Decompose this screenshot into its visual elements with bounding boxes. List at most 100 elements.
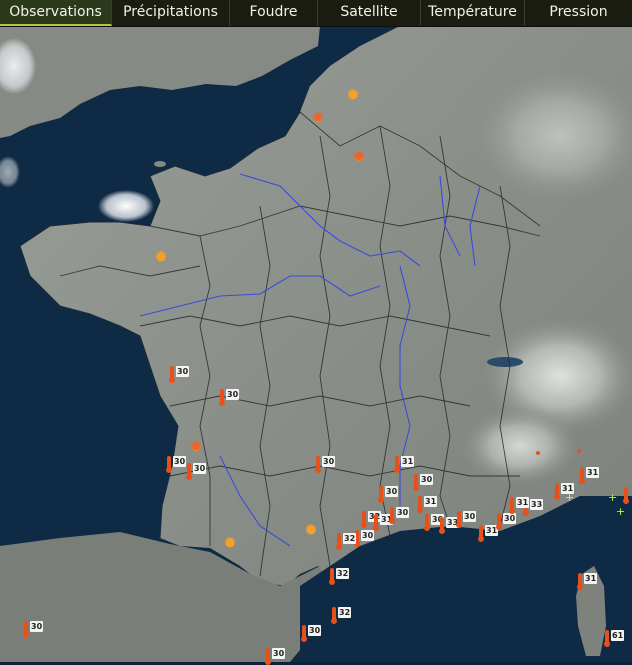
tab-precipitations[interactable]: Précipitations: [112, 0, 230, 26]
temperature-value: 61: [611, 630, 625, 641]
thermometer-icon: [186, 463, 192, 480]
sun-icon: [153, 246, 169, 268]
temperature-value: 31: [401, 456, 415, 467]
temperature-value: 33: [530, 499, 544, 510]
temperature-value: 30: [361, 530, 375, 541]
temperature-marker[interactable]: 30: [265, 648, 286, 665]
thermometer-icon: [361, 511, 367, 528]
sun-icon: [222, 532, 238, 554]
temperature-value: 32: [336, 568, 350, 579]
temperature-value: 31: [516, 497, 530, 508]
thermometer-icon: [373, 514, 379, 531]
cloud-brittany: [98, 190, 154, 222]
temperature-marker[interactable]: 31: [417, 496, 438, 513]
tab-temperature[interactable]: Température: [421, 0, 525, 26]
temperature-value: 30: [30, 621, 44, 632]
thermometer-icon: [456, 511, 462, 528]
temperature-value: 32: [343, 533, 357, 544]
temperature-value: 31: [584, 573, 598, 584]
sun-haze-icon: [310, 107, 326, 129]
temperature-value: 30: [503, 513, 517, 524]
temperature-value: 31: [561, 483, 575, 494]
thermometer-icon: [166, 456, 172, 473]
thermometer-icon: [439, 517, 445, 534]
thermometer-icon: [389, 507, 395, 524]
station-dot: [577, 449, 581, 453]
temperature-marker[interactable]: 32: [329, 568, 350, 585]
sun-icon: [303, 519, 319, 541]
temperature-marker[interactable]: 31: [579, 467, 600, 484]
thermometer-icon: [219, 389, 225, 406]
tab-foudre[interactable]: Foudre: [230, 0, 318, 26]
thermometer-icon: [604, 630, 610, 647]
temperature-marker[interactable]: 30: [301, 625, 322, 642]
temperature-marker[interactable]: 30: [315, 456, 336, 473]
sun-haze-icon: [351, 146, 367, 168]
thermometer-icon: [577, 573, 583, 590]
tab-observations[interactable]: Observations: [0, 0, 112, 26]
temperature-value: 30: [322, 456, 336, 467]
temperature-value: 30: [173, 456, 187, 467]
temperature-value: 32: [338, 607, 352, 618]
temperature-value: 30: [463, 511, 477, 522]
thermometer-icon: [336, 533, 342, 550]
lake-geneva: [487, 357, 523, 367]
temperature-marker[interactable]: 31: [509, 497, 530, 514]
thermometer-icon: [579, 467, 585, 484]
thermometer-icon: [265, 648, 271, 665]
thermometer-icon: [23, 621, 29, 638]
thermometer-icon: [329, 568, 335, 585]
thermometer-icon: [496, 513, 502, 530]
temperature-marker[interactable]: 32: [336, 533, 357, 550]
precip-marker-icon: +: [608, 491, 618, 504]
temperature-value: 30: [193, 463, 207, 474]
temperature-marker[interactable]: 32: [331, 607, 352, 624]
temperature-marker[interactable]: 31: [394, 456, 415, 473]
temperature-marker[interactable]: 30: [496, 513, 517, 530]
temperature-marker[interactable]: 30: [219, 389, 240, 406]
temperature-marker[interactable]: 61: [604, 630, 625, 647]
thermometer-icon: [301, 625, 307, 642]
alps-south: [460, 406, 580, 486]
temperature-marker[interactable]: 30: [354, 530, 375, 547]
sun-haze-icon: [188, 436, 204, 458]
thermometer-icon: [394, 456, 400, 473]
precip-marker-icon: +: [616, 505, 626, 518]
thermometer-icon: [413, 474, 419, 491]
thermometer-icon: [424, 514, 430, 531]
navigation-tabs: Observations Précipitations Foudre Satel…: [0, 0, 632, 27]
thermometer-icon: [417, 496, 423, 513]
tab-pression[interactable]: Pression: [525, 0, 632, 26]
tab-satellite[interactable]: Satellite: [318, 0, 421, 26]
temperature-marker-edge[interactable]: [623, 487, 632, 504]
temperature-value: 30: [420, 474, 434, 485]
temperature-value: 30: [226, 389, 240, 400]
temperature-marker[interactable]: 30: [413, 474, 434, 491]
temperature-marker[interactable]: 30: [186, 463, 207, 480]
temperature-value: 30: [176, 366, 190, 377]
temperature-marker[interactable]: 30: [389, 507, 410, 524]
temperature-value: 30: [385, 486, 399, 497]
thermometer-icon: [478, 525, 484, 542]
thermometer-icon: [554, 483, 560, 500]
temperature-marker[interactable]: 30: [169, 366, 190, 383]
thermometer-icon: [169, 366, 175, 383]
temperature-marker[interactable]: 30: [166, 456, 187, 473]
temperature-value: 31: [424, 496, 438, 507]
temperature-value: 31: [586, 467, 600, 478]
temperature-value: 30: [308, 625, 322, 636]
temperature-value: 30: [272, 648, 286, 659]
thermometer-icon: [378, 486, 384, 503]
thermometer-icon: [315, 456, 321, 473]
temperature-marker[interactable]: 30: [456, 511, 477, 528]
sun-icon: [345, 84, 361, 106]
station-dot: [536, 451, 540, 455]
channel-island: [154, 161, 166, 167]
temperature-marker[interactable]: 30: [23, 621, 44, 638]
thermometer-icon: [623, 487, 629, 504]
temperature-marker[interactable]: 31: [577, 573, 598, 590]
thermometer-icon: [509, 497, 515, 514]
temperature-marker[interactable]: 30: [378, 486, 399, 503]
thermometer-icon: [331, 607, 337, 624]
temperature-marker[interactable]: 31: [554, 483, 575, 500]
